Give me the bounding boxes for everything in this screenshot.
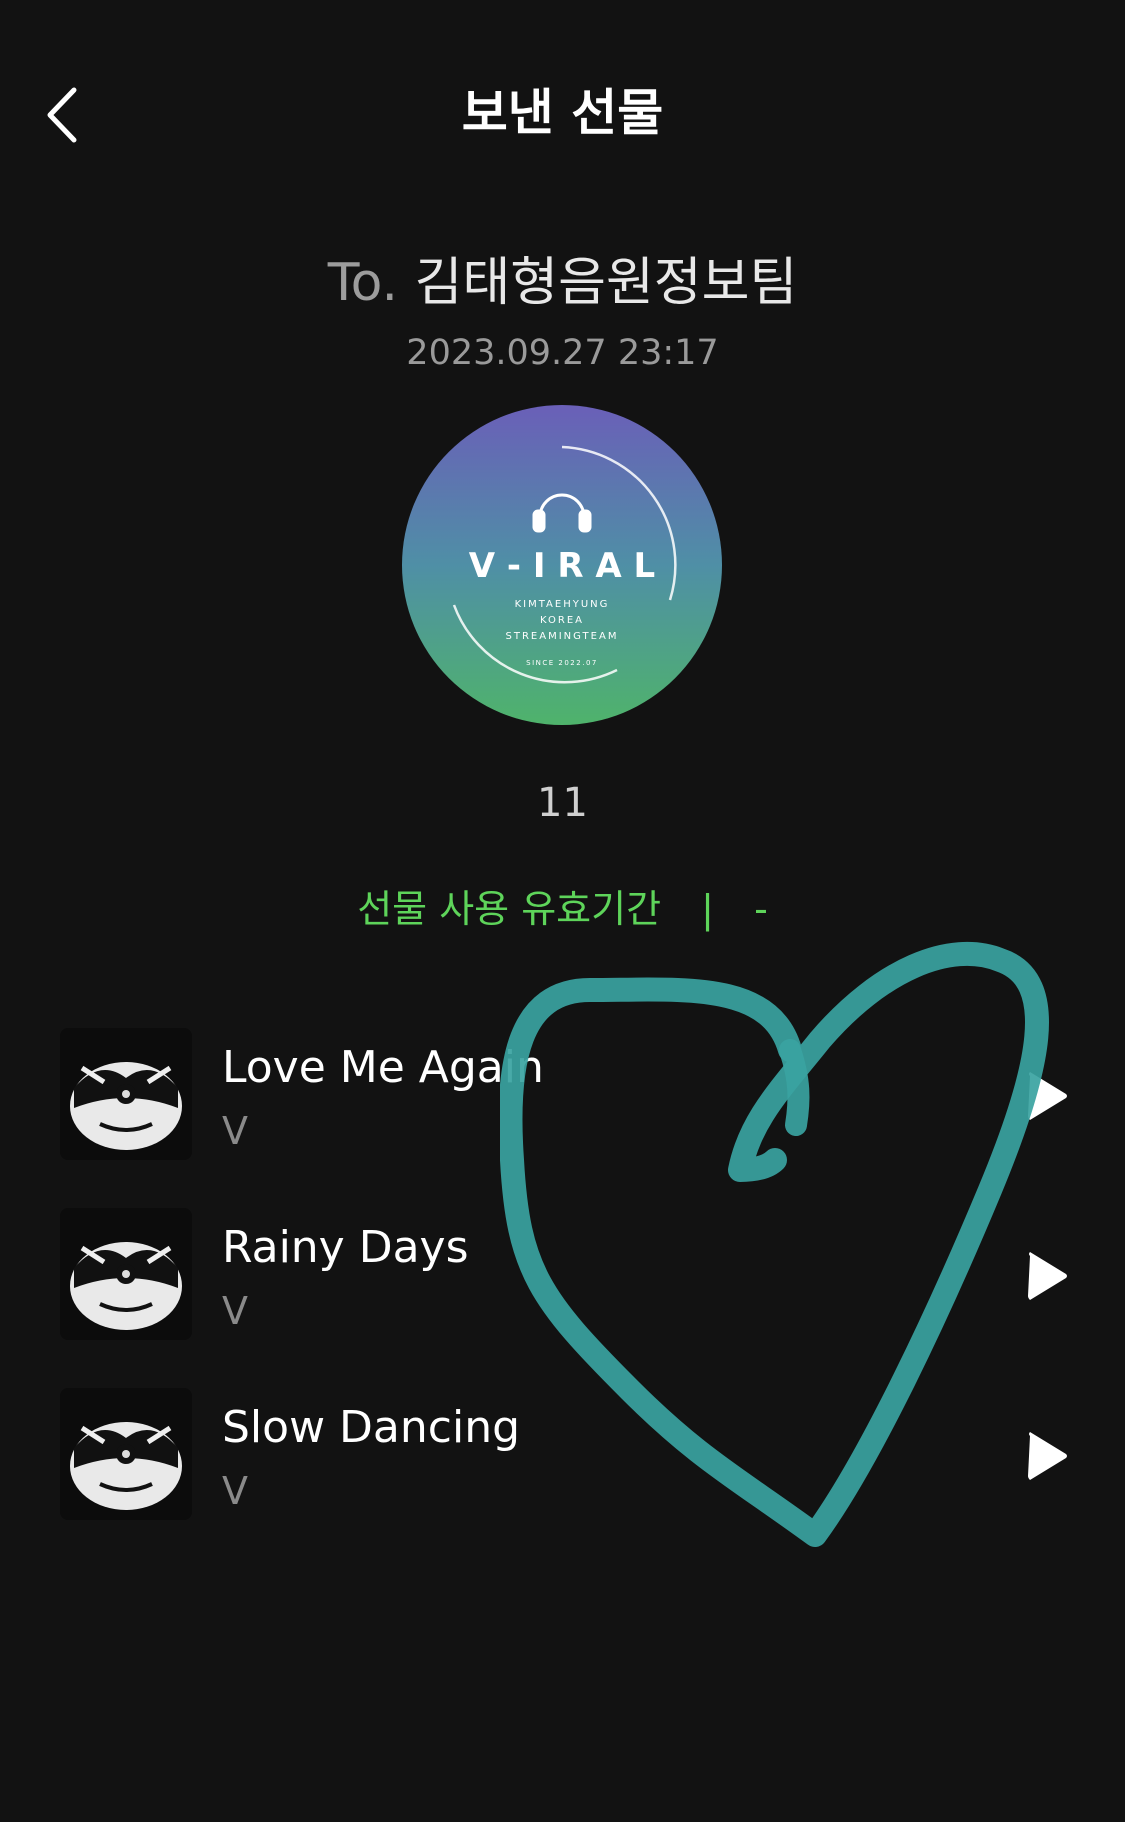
recipient: To. 김태형음원정보팀	[0, 250, 1125, 316]
gift-validity: 선물 사용 유효기간 | -	[0, 884, 1125, 934]
play-button[interactable]	[1018, 1248, 1074, 1304]
recipient-prefix: To.	[327, 253, 399, 313]
track-row[interactable]: Rainy Days V	[0, 1208, 1125, 1340]
play-icon	[1028, 1252, 1067, 1300]
play-button[interactable]	[1018, 1068, 1074, 1124]
logo-line3: STREAMINGTEAM	[506, 631, 619, 642]
logo-line2: KOREA	[540, 615, 584, 626]
recipient-name: 김태형음원정보팀	[414, 253, 798, 313]
logo-since: SINCE 2022.07	[526, 659, 598, 667]
logo-text: V - I R A L	[469, 546, 655, 586]
track-artist: V	[222, 1109, 248, 1153]
header: 보낸 선물	[0, 0, 1125, 225]
page-title: 보낸 선물	[461, 84, 664, 142]
album-art	[60, 1028, 192, 1160]
sent-date: 2023.09.27 23:17	[406, 333, 719, 373]
viral-logo: V - I R A L KIMTAEHYUNG KOREA STREAMINGT…	[402, 405, 722, 725]
play-icon	[1028, 1432, 1067, 1480]
recipient-avatar: V - I R A L KIMTAEHYUNG KOREA STREAMINGT…	[402, 405, 722, 725]
logo-line1: KIMTAEHYUNG	[515, 599, 610, 610]
track-row[interactable]: Slow Dancing V	[0, 1388, 1125, 1520]
validity-label: 선물 사용 유효기간	[357, 887, 662, 931]
track-row[interactable]: Love Me Again V	[0, 1028, 1125, 1160]
track-artist: V	[222, 1289, 248, 1333]
track-title: Slow Dancing	[222, 1402, 521, 1453]
gift-count: 11	[537, 780, 588, 826]
validity-separator: |	[701, 887, 714, 931]
track-artist: V	[222, 1469, 248, 1513]
track-title: Rainy Days	[222, 1222, 469, 1273]
play-button[interactable]	[1018, 1428, 1074, 1484]
track-title: Love Me Again	[222, 1042, 544, 1093]
album-art	[60, 1208, 192, 1340]
validity-value: -	[754, 887, 768, 931]
album-art	[60, 1388, 192, 1520]
play-icon	[1028, 1072, 1067, 1120]
